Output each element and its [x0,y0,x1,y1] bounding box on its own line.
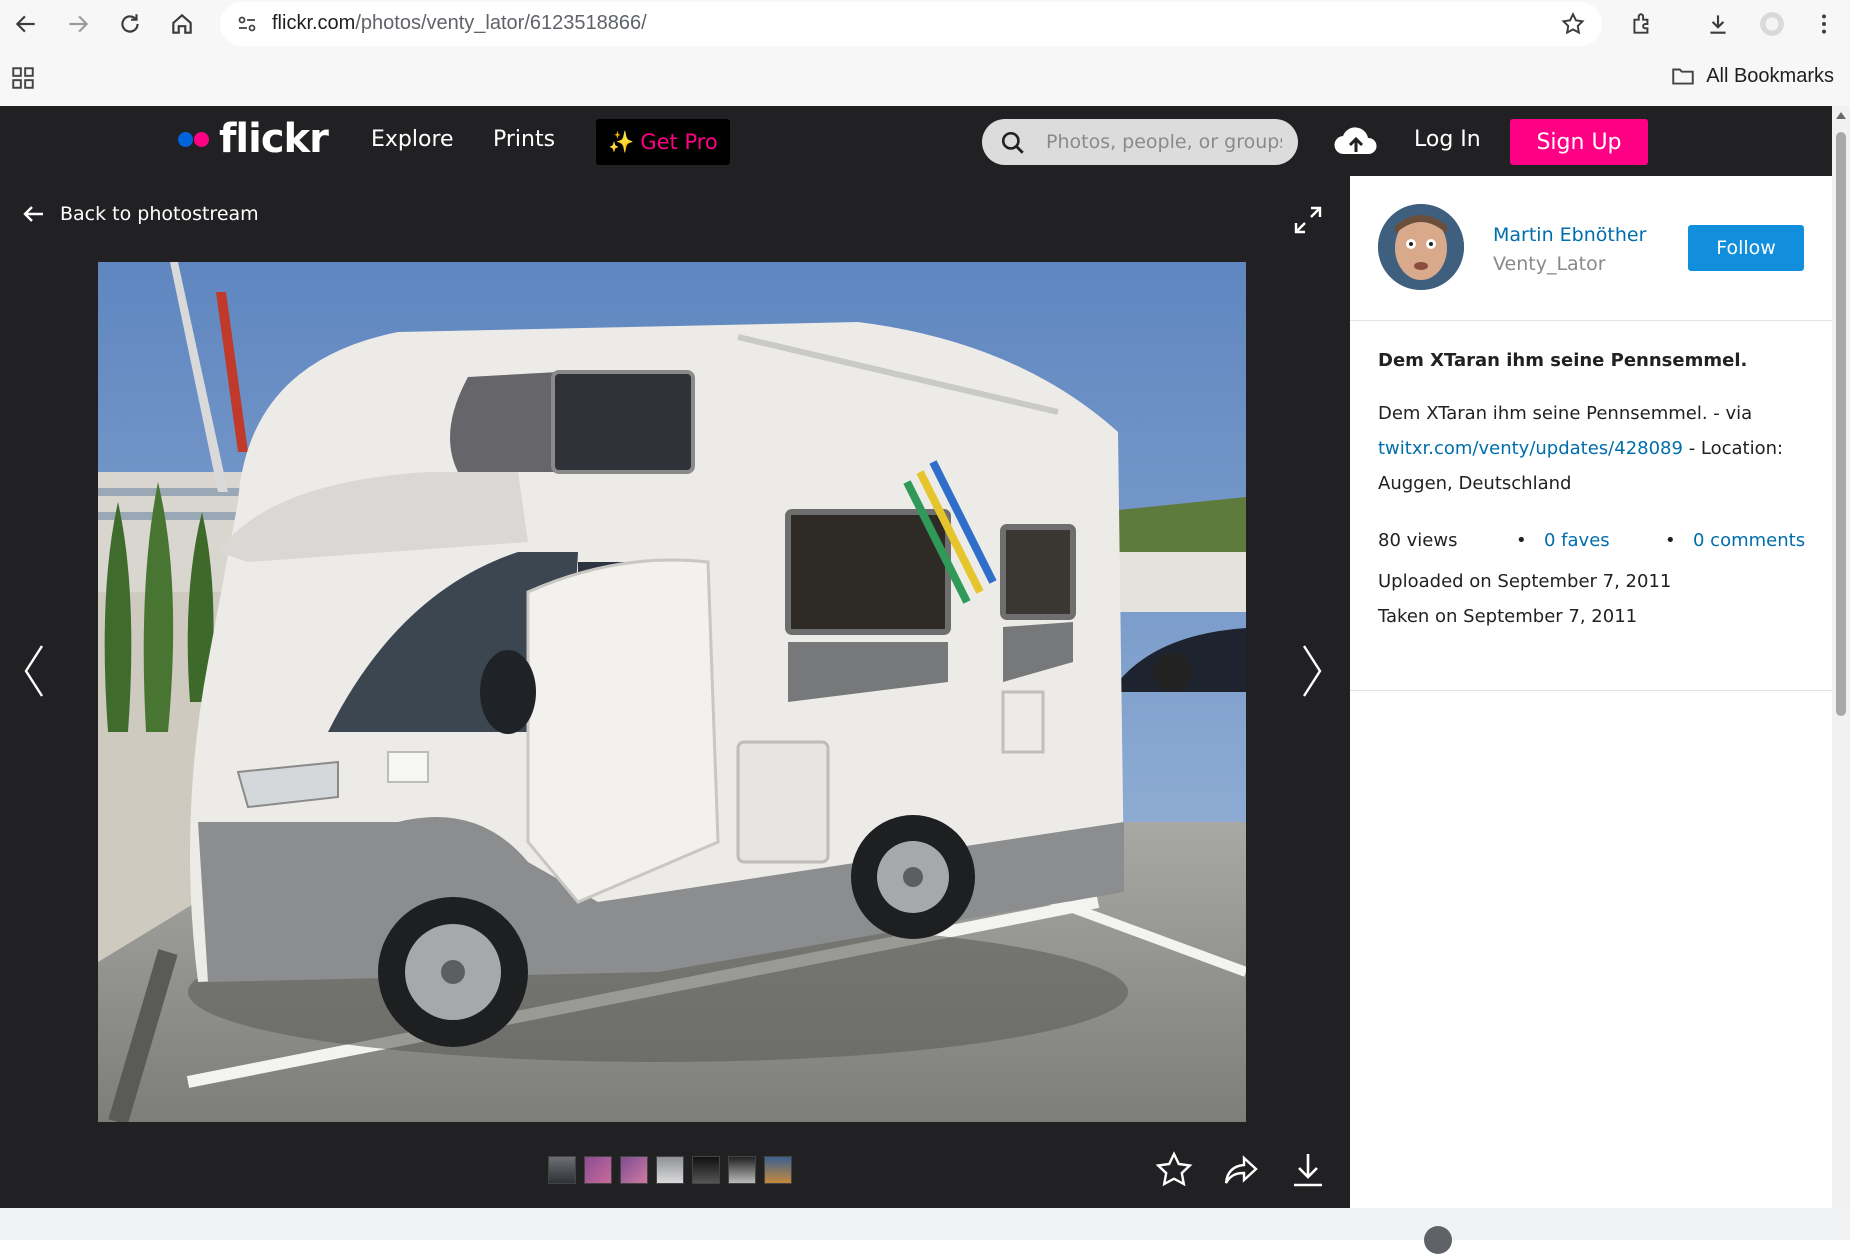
folder-icon [1672,68,1694,85]
url-text[interactable]: flickr.com/photos/venty_lator/6123518866… [272,12,647,35]
owner-handle: Venty_Lator [1493,253,1606,275]
logo-blue-dot [178,131,193,147]
photo-viewer: Back to photostream [0,176,1350,1208]
bottom-banner [0,1208,1850,1254]
next-photo-icon[interactable] [1292,636,1332,706]
page-scrollbar[interactable] [1832,106,1850,1208]
thumbnail[interactable] [656,1156,684,1184]
nav-prints[interactable]: Prints [493,127,555,152]
favorite-star-icon[interactable] [1154,1150,1194,1190]
url-path: /photos/venty_lator/6123518866/ [355,12,647,34]
browser-toolbar: flickr.com/photos/venty_lator/6123518866… [0,0,1850,48]
photo-description: Dem XTaran ihm seine Pennsemmel. - via t… [1378,396,1808,501]
expand-fullscreen-icon[interactable] [1292,204,1324,236]
forward-arrow-icon[interactable] [58,4,98,44]
arrow-left-icon [23,206,43,222]
thumbnail[interactable] [620,1156,648,1184]
back-label: Back to photostream [60,203,259,225]
close-icon[interactable] [1424,1226,1452,1254]
share-arrow-icon[interactable] [1222,1150,1262,1190]
main-photo[interactable] [98,262,1246,1122]
divider [1350,320,1832,321]
home-icon[interactable] [162,4,202,44]
download-photo-icon[interactable] [1288,1150,1328,1190]
url-domain: flickr.com [272,12,356,34]
thumbnail[interactable] [692,1156,720,1184]
thumbnail[interactable] [728,1156,756,1184]
separator-dot: • [1665,530,1676,551]
upload-cloud-icon[interactable] [1332,122,1380,160]
extensions-icon[interactable] [1622,4,1662,44]
back-arrow-icon[interactable] [6,4,46,44]
site-header: flickr Explore Prints ✨ Get Pro Log In S… [0,106,1850,176]
download-icon[interactable] [1698,4,1738,44]
search-box[interactable] [982,119,1298,165]
apps-grid-icon[interactable] [10,65,36,91]
photo-info-sidebar: Martin Ebnöther Venty_Lator Follow Dem X… [1350,176,1832,1208]
thumbnail[interactable] [764,1156,792,1184]
follow-button[interactable]: Follow [1688,225,1804,271]
photo-stats: 80 views • 0 faves • 0 comments Uploaded… [1378,530,1808,634]
all-bookmarks-button[interactable]: All Bookmarks [1670,63,1834,89]
flickr-logo[interactable]: flickr [178,116,329,162]
faves-link[interactable]: 0 faves [1544,530,1610,551]
divider [1350,690,1832,691]
logo-pink-dot [194,131,209,147]
description-text: Dem XTaran ihm seine Pennsemmel. - via [1378,403,1753,424]
reload-icon[interactable] [110,4,150,44]
back-to-photostream-link[interactable]: Back to photostream [22,202,259,226]
comments-link[interactable]: 0 comments [1693,530,1805,551]
signup-button[interactable]: Sign Up [1510,119,1648,165]
scroll-thumb[interactable] [1836,132,1846,716]
photostream-thumbnails [548,1156,792,1184]
photo-motorhome-illustration [98,262,1246,1122]
login-link[interactable]: Log In [1414,127,1481,152]
avatar-face-icon [1378,204,1464,290]
get-pro-label: Get Pro [640,130,718,154]
previous-photo-icon[interactable] [14,636,54,706]
site-info-icon[interactable] [232,9,262,39]
uploaded-date: Uploaded on September 7, 2011 [1378,571,1672,592]
nav-explore[interactable]: Explore [371,127,454,152]
thumbnail[interactable] [548,1156,576,1184]
owner-avatar[interactable] [1378,204,1464,290]
owner-name-link[interactable]: Martin Ebnöther [1493,224,1646,246]
get-pro-button[interactable]: ✨ Get Pro [596,119,730,165]
bookmark-star-icon[interactable] [1558,9,1588,39]
search-input[interactable] [1044,119,1284,165]
views-count: 80 views [1378,530,1458,551]
sparkles-icon: ✨ [608,129,635,154]
bookmarks-bar: All Bookmarks [0,48,1850,106]
separator-dot: • [1516,530,1527,551]
taken-date: Taken on September 7, 2011 [1378,606,1638,627]
logo-text: flickr [219,116,329,162]
photo-title: Dem XTaran ihm seine Pennsemmel. [1378,350,1748,371]
scroll-up-arrow-icon[interactable] [1836,112,1846,119]
description-link[interactable]: twitxr.com/venty/updates/428089 [1378,438,1683,459]
address-bar[interactable]: flickr.com/photos/venty_lator/6123518866… [220,2,1602,46]
all-bookmarks-label: All Bookmarks [1706,64,1834,87]
thumbnail[interactable] [584,1156,612,1184]
browser-menu-icon[interactable] [1804,4,1844,44]
search-icon[interactable] [1000,130,1026,156]
profile-avatar-icon[interactable] [1752,4,1792,44]
